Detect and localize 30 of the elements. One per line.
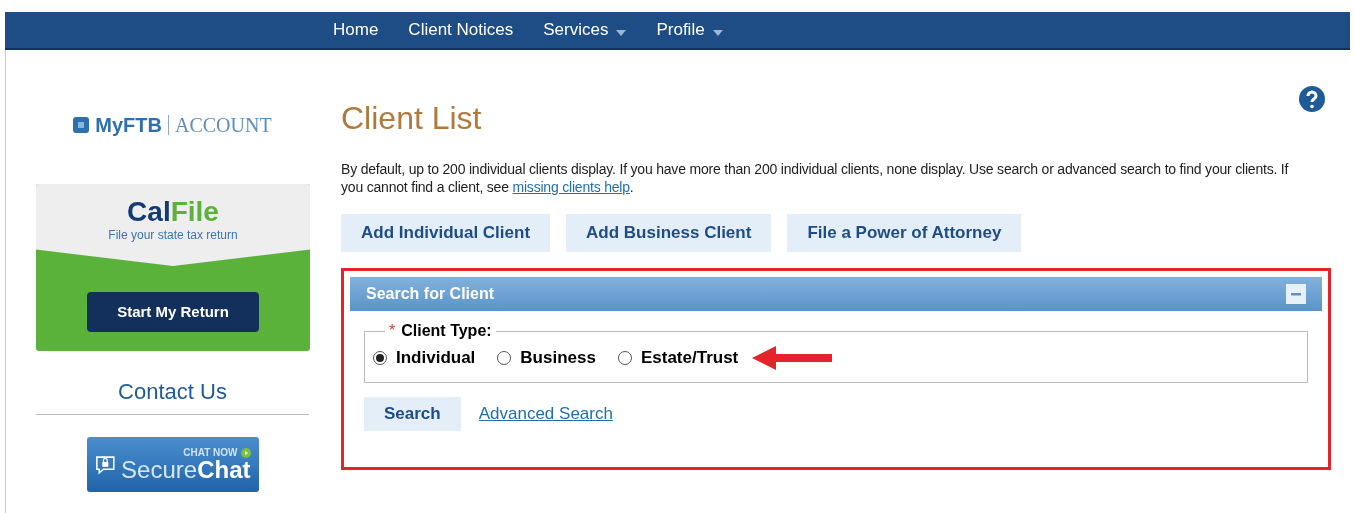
advanced-search-link[interactable]: Advanced Search (478, 401, 613, 427)
start-return-button[interactable]: Start My Return (87, 292, 259, 332)
calfile-logo: CalFile (127, 198, 219, 226)
collapse-button[interactable] (1286, 284, 1306, 304)
radio-option[interactable]: Estate/Trust (617, 345, 739, 371)
help-icon[interactable] (1299, 86, 1325, 112)
action-button[interactable]: File a Power of Attorney (787, 214, 1022, 252)
play-icon (240, 447, 251, 458)
myftb-logo[interactable]: MyFTB ACCOUNT (36, 110, 309, 140)
nav-link[interactable]: Profile (656, 17, 723, 43)
logo-icon (73, 117, 90, 133)
radio-option[interactable]: Business (497, 345, 596, 371)
search-button[interactable]: Search (364, 397, 461, 431)
action-button[interactable]: Add Business Client (566, 214, 772, 252)
nav-link[interactable]: Services (543, 17, 627, 43)
contact-link[interactable]: Contact Us (36, 375, 309, 415)
required-mark: * (389, 322, 396, 339)
panel-title: Search for Client (366, 284, 495, 304)
intro-text: By default, up to 200 individual clients display. If you have more than 200 individual clients, none display. Use search or advanced search to find your clients. If you cannot find a client, see missing clients help. (341, 160, 1290, 196)
action-button[interactable]: Add Individual Client (341, 214, 551, 252)
caret-icon (712, 30, 723, 36)
page-title: Client List (341, 102, 483, 134)
group-label: Client Type: (401, 322, 492, 339)
tagline: File your state tax return (108, 227, 238, 244)
radio-option[interactable]: Individual (373, 345, 476, 371)
nav-link[interactable]: Client Notices (408, 17, 514, 43)
caret-icon (616, 30, 627, 36)
secure-chat-button[interactable]: CHAT NOW SecureChat (86, 437, 259, 492)
nav-link[interactable]: Home (333, 17, 379, 43)
help-link[interactable]: missing clients help (512, 179, 630, 195)
